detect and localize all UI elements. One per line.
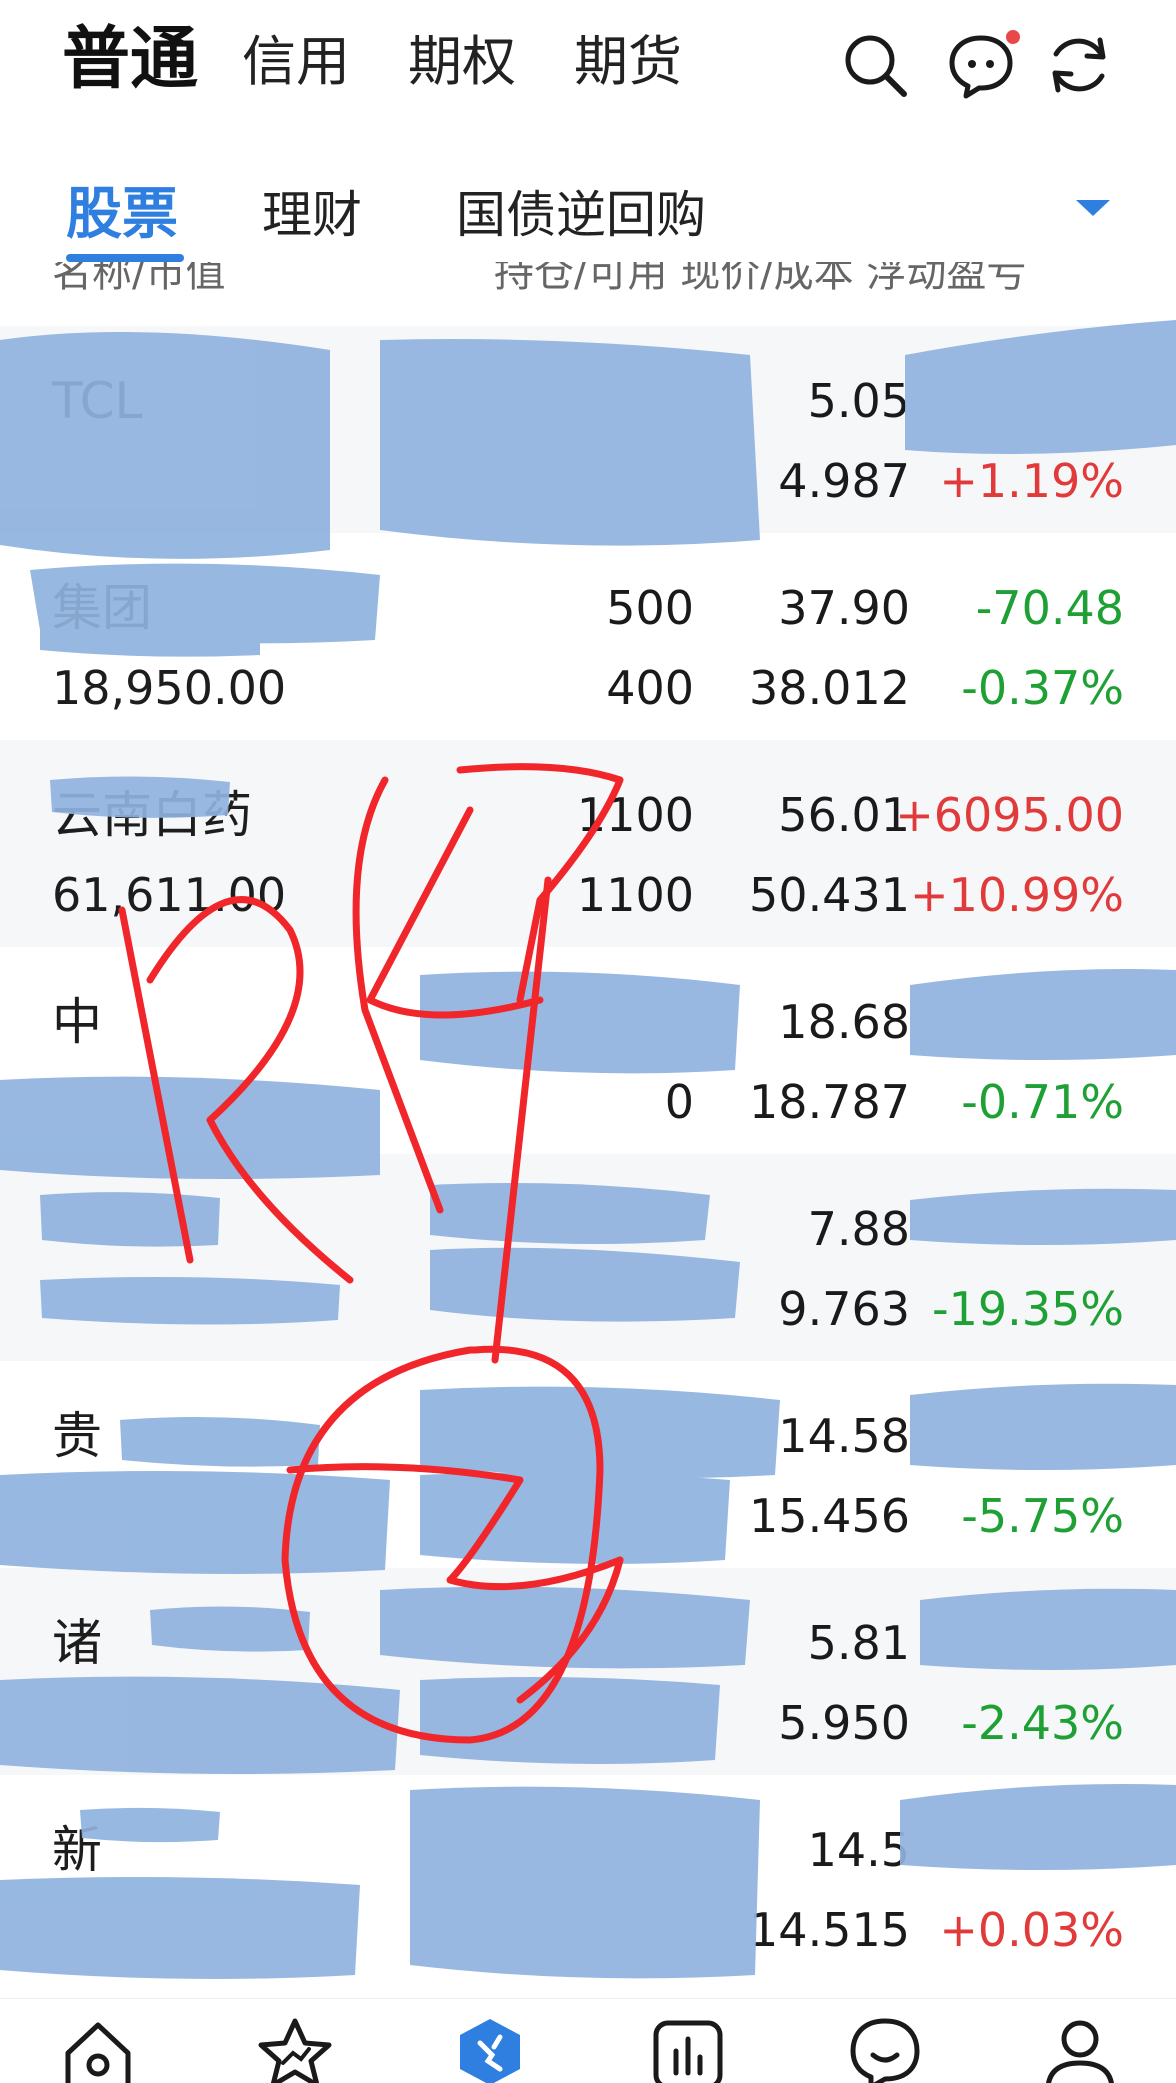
available-qty: 0 [664,1075,694,1129]
star-icon[interactable] [255,2017,335,2083]
stock-name: 诸 [52,1614,102,1672]
chevron-down-icon[interactable] [1076,200,1110,216]
cost-price: 14.515 [749,1903,910,1957]
available-qty: 400 [606,661,694,715]
available-qty: 1100 [576,868,694,922]
floating-pl-pct: +10.99% [910,868,1124,922]
current-price: 56.01 [778,788,910,842]
table-row[interactable]: TCL 5.05 4.987 +1.19% [0,326,1176,533]
cost-price: 15.456 [749,1489,910,1543]
bottom-navigation [0,1998,1176,2083]
tab-qiquan[interactable]: 期权 [408,22,516,102]
stock-name: 中 [52,993,102,1051]
current-price: 5.81 [807,1616,910,1670]
position-qty: 1100 [576,788,694,842]
floating-pl: -70.48 [975,581,1124,635]
market-value: 61,611.00 [52,868,287,922]
refresh-icon[interactable] [1044,30,1114,100]
floating-pl-pct: -0.37% [961,661,1124,715]
stock-name: 贵 [52,1407,102,1465]
chat-icon[interactable] [845,2017,925,2083]
table-row[interactable]: 集团 18,950.00 500 400 37.90 38.012 -70.48… [0,533,1176,740]
position-qty: 500 [606,581,694,635]
table-row[interactable]: 贵 14.58 15.456 -5.75% [0,1361,1176,1568]
current-price: 7.88 [807,1202,910,1256]
floating-pl-pct: -19.35% [932,1282,1124,1336]
floating-pl-pct: -5.75% [961,1489,1124,1543]
table-row[interactable]: 云南白药 61,611.00 1100 1100 56.01 50.431 +6… [0,740,1176,947]
product-tabs: 股票 理财 国债逆回购 [0,180,1176,262]
tab-xinyong[interactable]: 信用 [242,22,350,102]
floating-pl-pct: -0.71% [961,1075,1124,1129]
holdings-list: TCL 5.05 4.987 +1.19% 集团 18,950.00 500 4… [0,326,1176,1982]
stock-name: 集团 [52,579,152,637]
tab-wealth[interactable]: 理财 [262,180,362,250]
stock-name: 云南白药 [52,786,252,844]
cost-price: 38.012 [749,661,910,715]
unread-dot [1006,30,1020,44]
stock-name: 新 [52,1821,102,1879]
market-chart-icon[interactable] [648,2017,728,2083]
floating-pl-pct: -2.43% [961,1696,1124,1750]
tab-qihuo[interactable]: 期货 [574,22,682,102]
table-row[interactable]: 中 0 18.68 18.787 -0.71% [0,947,1176,1154]
cost-price: 50.431 [749,868,910,922]
table-row[interactable]: 诸 5.81 5.950 -2.43% [0,1568,1176,1775]
search-icon[interactable] [840,30,910,100]
tab-reverse-repo[interactable]: 国债逆回购 [456,180,706,250]
cost-price: 5.950 [778,1696,910,1750]
current-price: 5.05 [807,374,910,428]
account-type-bar: 普通 信用 期权 期货 [0,0,1176,130]
current-price: 14.58 [778,1409,910,1463]
market-value: 18,950.00 [52,661,287,715]
current-price: 37.90 [778,581,910,635]
profile-icon[interactable] [1040,2017,1120,2083]
column-header-right: 持仓/可用 现价/成本 浮动盈亏 [494,262,1027,296]
table-row[interactable]: 新 14.5 14.515 +0.03% [0,1775,1176,1982]
current-price: 18.68 [778,995,910,1049]
active-tab-indicator [66,254,184,262]
trade-icon[interactable] [450,2017,530,2083]
table-row[interactable]: 7.88 9.763 -19.35% [0,1154,1176,1361]
message-icon[interactable] [946,30,1020,100]
floating-pl-pct: +0.03% [939,1903,1124,1957]
tab-putong[interactable]: 普通 [62,20,198,100]
cost-price: 4.987 [778,454,910,508]
column-header-left: 名称/市值 [52,262,226,296]
home-icon[interactable] [58,2017,138,2083]
tab-stocks[interactable]: 股票 [66,180,178,250]
floating-pl-pct: +1.19% [939,454,1124,508]
current-price: 14.5 [807,1823,910,1877]
cost-price: 18.787 [749,1075,910,1129]
stock-name: TCL [52,372,143,430]
column-header: 名称/市值 持仓/可用 现价/成本 浮动盈亏 [0,262,1176,296]
cost-price: 9.763 [778,1282,910,1336]
floating-pl: +6095.00 [895,788,1124,842]
